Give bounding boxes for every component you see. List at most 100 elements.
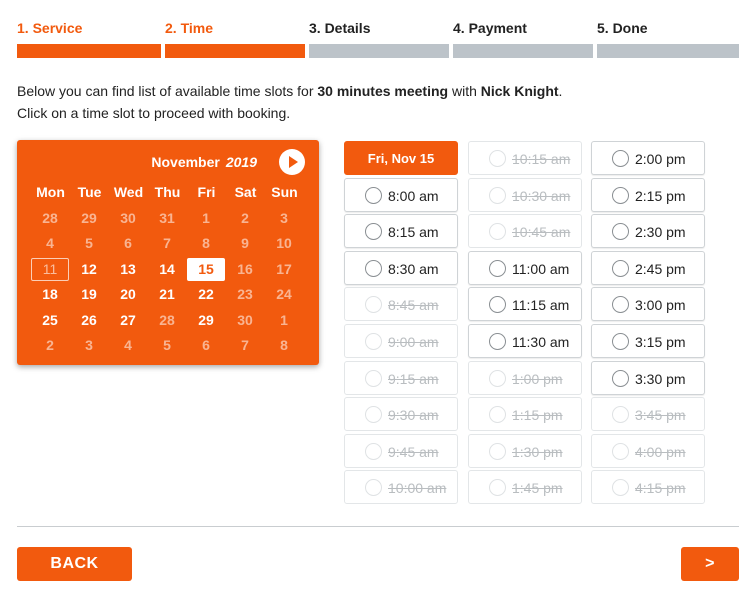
time-slot-unavailable: 10:30 am (468, 177, 582, 212)
calendar-day: 4 (124, 337, 132, 353)
calendar-day: 2 (46, 337, 54, 353)
calendar-day-today: 11 (31, 257, 69, 281)
calendar-day[interactable]: 14 (148, 258, 186, 281)
time-slot-button[interactable]: 11:30 am (468, 324, 582, 358)
weekday-header: Tue (77, 184, 102, 200)
calendar-day: 8 (280, 337, 288, 353)
next-button[interactable]: > (681, 547, 739, 581)
time-slot-label: 1:45 pm (512, 480, 563, 497)
calendar-day[interactable]: 13 (109, 258, 147, 281)
time-slot-label: 4:15 pm (635, 480, 686, 497)
time-slot-unavailable: 10:45 am (468, 214, 582, 249)
calendar-day-selected[interactable]: 15 (187, 257, 225, 281)
step-payment: 4. Payment (453, 20, 593, 58)
calendar-day: 9 (241, 235, 249, 251)
meeting-name: 30 minutes meeting (317, 83, 449, 99)
time-slot-button[interactable]: 3:15 pm (591, 324, 705, 358)
calendar-day[interactable]: 19 (70, 283, 108, 306)
time-slot-button[interactable]: 3:00 pm (591, 287, 705, 322)
step-time: 2. Time (165, 20, 305, 58)
calendar-day: 3 (280, 209, 288, 226)
calendar-day: 6 (202, 337, 210, 353)
weekday-header: Wed (113, 184, 144, 200)
radio-icon (489, 333, 506, 350)
calendar-day[interactable]: 29 (187, 309, 225, 332)
calendar-day[interactable]: 27 (109, 309, 147, 332)
calendar-day: 28 (42, 209, 58, 226)
time-slot-label: 1:00 pm (512, 370, 563, 387)
radio-icon (365, 186, 382, 204)
time-slot-label: 9:45 am (388, 443, 439, 460)
step-progress-bar (309, 44, 449, 58)
calendar-day: 6 (124, 235, 132, 251)
time-slot-button[interactable]: 8:00 am (344, 177, 458, 212)
calendar-day[interactable]: 12 (70, 258, 108, 281)
calendar-day[interactable]: 21 (148, 283, 186, 306)
radio-icon (612, 479, 629, 497)
time-slot-unavailable: 9:30 am (344, 397, 458, 432)
radio-icon (489, 223, 506, 241)
back-button[interactable]: BACK (17, 547, 132, 581)
intro-line-2: Click on a time slot to proceed with boo… (17, 105, 291, 121)
radio-icon (365, 442, 382, 460)
time-slot-button[interactable]: 3:30 pm (591, 360, 705, 395)
calendar-day: 4 (46, 235, 54, 251)
calendar-day: 1 (280, 311, 288, 328)
radio-icon (365, 259, 382, 277)
time-slot-label: 2:00 pm (635, 151, 686, 167)
time-slot-unavailable: 1:30 pm (468, 433, 582, 468)
radio-icon (612, 186, 629, 204)
time-slot-unavailable: 1:00 pm (468, 360, 582, 395)
time-slot-button[interactable]: 11:00 am (468, 250, 582, 285)
time-slot-label: 1:30 pm (512, 443, 563, 460)
calendar-day: 1 (202, 209, 210, 226)
time-slot-button[interactable]: 2:00 pm (591, 141, 705, 175)
step-details: 3. Details (309, 20, 449, 58)
time-slot-label: 2:45 pm (635, 260, 686, 277)
radio-icon (612, 333, 629, 350)
weekday-header: Fri (197, 184, 216, 200)
calendar-month: November (151, 154, 220, 170)
calendar-day[interactable]: 20 (109, 283, 147, 306)
intro-text-part: Below you can find list of available tim… (17, 83, 318, 99)
radio-icon (489, 150, 506, 167)
calendar-day[interactable]: 18 (31, 283, 69, 306)
time-slot-label: 2:15 pm (635, 187, 686, 204)
time-slot-label: 9:15 am (388, 370, 439, 387)
time-slot-button[interactable]: 8:15 am (344, 214, 458, 249)
time-slot-label: 3:15 pm (635, 334, 686, 350)
intro-text-part: . (558, 83, 563, 99)
time-slot-button[interactable]: 2:15 pm (591, 177, 705, 212)
radio-icon (612, 223, 629, 241)
calendar-day: 28 (159, 311, 175, 328)
time-slot-label: 3:45 pm (635, 407, 686, 424)
radio-icon (365, 223, 382, 241)
weekday-header: Mon (36, 184, 65, 200)
step-progress-bar (17, 44, 161, 58)
radio-icon (365, 296, 382, 314)
time-slot-label: 11:15 am (512, 297, 570, 314)
radio-icon (489, 296, 506, 314)
calendar-month-year: November 2019 (17, 154, 257, 170)
time-slot-button[interactable]: 2:45 pm (591, 250, 705, 285)
radio-icon (489, 186, 506, 204)
time-slot-label: 11:30 am (512, 334, 570, 350)
time-slot-button[interactable]: 8:30 am (344, 250, 458, 285)
radio-icon (489, 369, 506, 387)
chevron-right-circle-icon[interactable] (279, 149, 305, 175)
calendar-day: 8 (202, 235, 210, 251)
calendar-day: 29 (81, 209, 97, 226)
radio-icon (365, 406, 382, 424)
booking-steps: 1. Service 2. Time 3. Details 4. Payment… (17, 20, 739, 58)
time-slot-label: 8:00 am (388, 187, 439, 204)
time-slot-label: 2:30 pm (635, 224, 686, 241)
time-slot-unavailable: 10:00 am (344, 470, 458, 505)
calendar-day[interactable]: 26 (70, 309, 108, 332)
divider (17, 526, 739, 527)
time-slot-label: 10:15 am (512, 151, 571, 167)
time-slot-button[interactable]: 11:15 am (468, 287, 582, 322)
calendar-day[interactable]: 25 (31, 309, 69, 332)
time-slot-button[interactable]: 2:30 pm (591, 214, 705, 249)
calendar-day[interactable]: 22 (187, 283, 225, 306)
calendar-year: 2019 (225, 154, 257, 170)
